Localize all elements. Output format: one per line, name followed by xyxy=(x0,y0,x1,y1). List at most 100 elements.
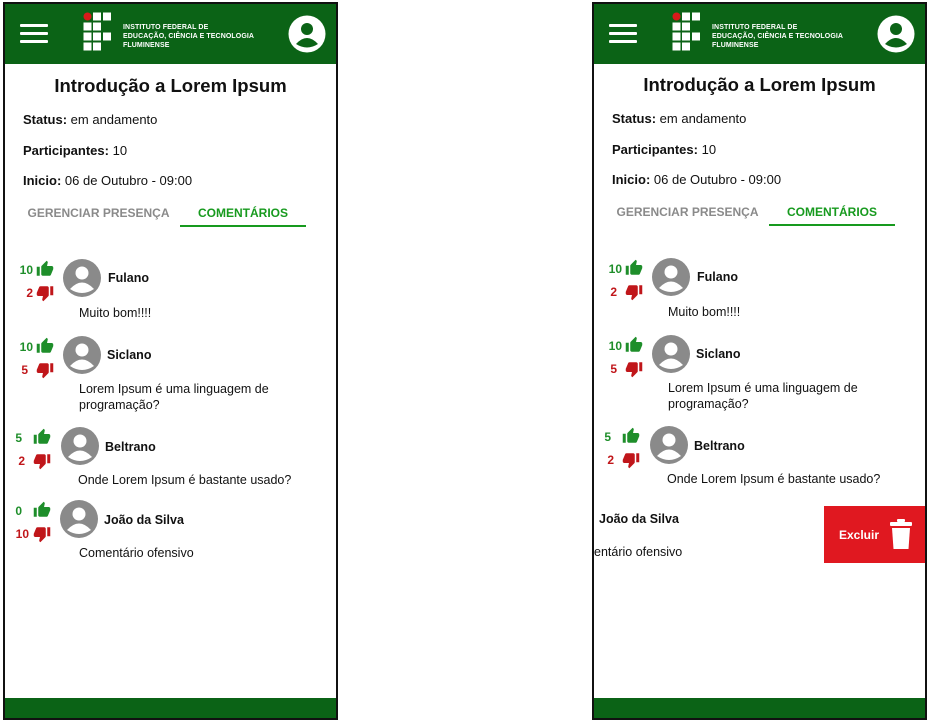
comment-text-line: Muito bom!!!! xyxy=(79,306,152,320)
avatar xyxy=(63,336,101,374)
logo-line-3: FLUMINENSE xyxy=(123,42,170,49)
comment-author: Fulano xyxy=(108,271,149,285)
tab-manage-attendance[interactable]: GERENCIAR PRESENÇA xyxy=(21,206,176,220)
comment-item: 0 10 João da Silva Comentário ofensivo xyxy=(5,495,336,565)
active-tab-indicator xyxy=(180,225,306,227)
thumbs-down-icon[interactable] xyxy=(625,360,643,378)
comment-author: João da Silva xyxy=(599,512,679,526)
comment-item: 10 2 Fulano Muito bom!!!! xyxy=(594,253,925,323)
comment-text: Onde Lorem Ipsum é bastante usado? xyxy=(667,471,880,487)
delete-comment-button[interactable]: Excluir xyxy=(824,506,925,563)
thumbs-up-icon[interactable] xyxy=(36,337,54,355)
avatar xyxy=(63,259,101,297)
comment-author: Beltrano xyxy=(694,439,745,453)
comment-text-line: Lorem Ipsum é uma linguagem de xyxy=(79,382,269,396)
thumbs-up-icon[interactable] xyxy=(622,427,640,445)
active-tab-indicator xyxy=(769,224,895,226)
participants-label: Participantes: xyxy=(23,143,109,158)
thumbs-up-icon[interactable] xyxy=(625,336,643,354)
thumbs-down-icon[interactable] xyxy=(625,283,643,301)
thumbs-down-icon[interactable] xyxy=(36,284,54,302)
comment-text-line: Onde Lorem Ipsum é bastante usado? xyxy=(78,473,292,487)
comment-text: Onde Lorem Ipsum é bastante usado? xyxy=(78,472,291,488)
thumbs-down-icon[interactable] xyxy=(36,361,54,379)
thumbs-up-icon[interactable] xyxy=(33,501,51,519)
comment-text: Comentário ofensivo xyxy=(79,545,194,561)
start-label: Inicio: xyxy=(612,172,651,187)
comment-text: Muito bom!!!! xyxy=(79,305,151,321)
avatar xyxy=(60,500,98,538)
participants-value: 10 xyxy=(108,143,128,158)
comment-author: João da Silva xyxy=(104,513,184,527)
app-header: INSTITUTO FEDERAL DE EDUCAÇÃO, CIÊNCIA E… xyxy=(5,4,336,64)
comment-text: Lorem Ipsum é uma linguagem de programaçã… xyxy=(79,381,269,413)
ifrj-logo xyxy=(83,12,111,51)
user-circle-icon[interactable] xyxy=(288,15,326,53)
logo-line-3: FLUMINENSE xyxy=(712,42,759,49)
dislike-count: 5 xyxy=(21,363,28,377)
like-count: 10 xyxy=(608,339,622,353)
hamburger-icon[interactable] xyxy=(609,24,637,44)
hamburger-icon[interactable] xyxy=(20,24,48,44)
status-row: Status: em andamento xyxy=(23,112,157,127)
like-count: 10 xyxy=(608,262,622,276)
like-count: 10 xyxy=(19,263,33,277)
trash-icon xyxy=(890,519,912,549)
comment-text-line: programação? xyxy=(668,397,749,411)
thumbs-up-icon[interactable] xyxy=(33,428,51,446)
logo-line-1: INSTITUTO FEDERAL DE xyxy=(123,24,209,31)
status-value: em andamento xyxy=(656,111,747,126)
participants-value: 10 xyxy=(697,142,717,157)
tab-comments[interactable]: COMENTÁRIOS xyxy=(769,205,895,219)
comment-text-line: Lorem Ipsum é uma linguagem de xyxy=(668,381,858,395)
comment-item: 10 5 Siclano Lorem Ipsum é uma linguagem… xyxy=(594,330,925,411)
comment-item: 5 2 Beltrano Onde Lorem Ipsum é bastante… xyxy=(5,422,336,492)
dislike-count: 2 xyxy=(607,453,614,467)
status-label: Status: xyxy=(612,111,657,126)
delete-label: Excluir xyxy=(839,528,880,542)
status-label: Status: xyxy=(23,112,68,127)
start-row: Inicio: 06 de Outubro - 09:00 xyxy=(23,173,192,188)
start-value: 06 de Outubro - 09:00 xyxy=(61,173,193,188)
dislike-count: 2 xyxy=(610,285,617,299)
app-header: INSTITUTO FEDERAL DE EDUCAÇÃO, CIÊNCIA E… xyxy=(594,4,925,64)
tab-comments[interactable]: COMENTÁRIOS xyxy=(180,206,306,220)
comment-text: Muito bom!!!! xyxy=(668,304,740,320)
comment-author: Fulano xyxy=(697,270,738,284)
avatar xyxy=(652,258,690,296)
thumbs-down-icon[interactable] xyxy=(33,525,51,543)
logo-line-2: EDUCAÇÃO, CIÊNCIA E TECNOLOGIA xyxy=(712,33,844,40)
ifrj-logo xyxy=(672,12,700,51)
comment-text-line: programação? xyxy=(79,398,160,412)
like-count: 5 xyxy=(15,431,22,445)
thumbs-up-icon[interactable] xyxy=(625,259,643,277)
thumbs-down-icon[interactable] xyxy=(622,451,640,469)
user-circle-icon[interactable] xyxy=(877,15,915,53)
page-title: Introdução a Lorem Ipsum xyxy=(54,75,287,96)
like-count: 5 xyxy=(604,430,611,444)
like-count: 0 xyxy=(15,504,22,518)
tab-manage-attendance[interactable]: GERENCIAR PRESENÇA xyxy=(610,205,765,219)
avatar xyxy=(61,427,99,465)
thumbs-down-icon[interactable] xyxy=(33,452,51,470)
start-row: Inicio: 06 de Outubro - 09:00 xyxy=(612,172,781,187)
comment-item: 5 2 Beltrano Onde Lorem Ipsum é bastante… xyxy=(594,421,925,491)
page-title: Introdução a Lorem Ipsum xyxy=(643,74,876,95)
status-row: Status: em andamento xyxy=(612,111,746,126)
participants-row: Participantes: 10 xyxy=(612,142,716,157)
logo-line-1: INSTITUTO FEDERAL DE xyxy=(712,24,798,31)
phone-screen-right: INSTITUTO FEDERAL DE EDUCAÇÃO, CIÊNCIA E… xyxy=(592,2,927,720)
thumbs-up-icon[interactable] xyxy=(36,260,54,278)
phone-screen-left: INSTITUTO FEDERAL DE EDUCAÇÃO, CIÊNCIA E… xyxy=(3,2,338,720)
dislike-count: 2 xyxy=(26,286,33,300)
avatar xyxy=(650,426,688,464)
participants-row: Participantes: 10 xyxy=(23,143,127,158)
dislike-count: 10 xyxy=(15,527,29,541)
comment-author: Beltrano xyxy=(105,440,156,454)
bottom-bar xyxy=(594,698,925,718)
comment-text-line: Muito bom!!!! xyxy=(668,305,741,319)
logo-text: INSTITUTO FEDERAL DE EDUCAÇÃO, CIÊNCIA E… xyxy=(123,23,254,50)
comment-item: 10 5 Siclano Lorem Ipsum é uma linguagem… xyxy=(5,331,336,412)
comment-item: 10 2 Fulano Muito bom!!!! xyxy=(5,254,336,324)
avatar xyxy=(652,335,690,373)
